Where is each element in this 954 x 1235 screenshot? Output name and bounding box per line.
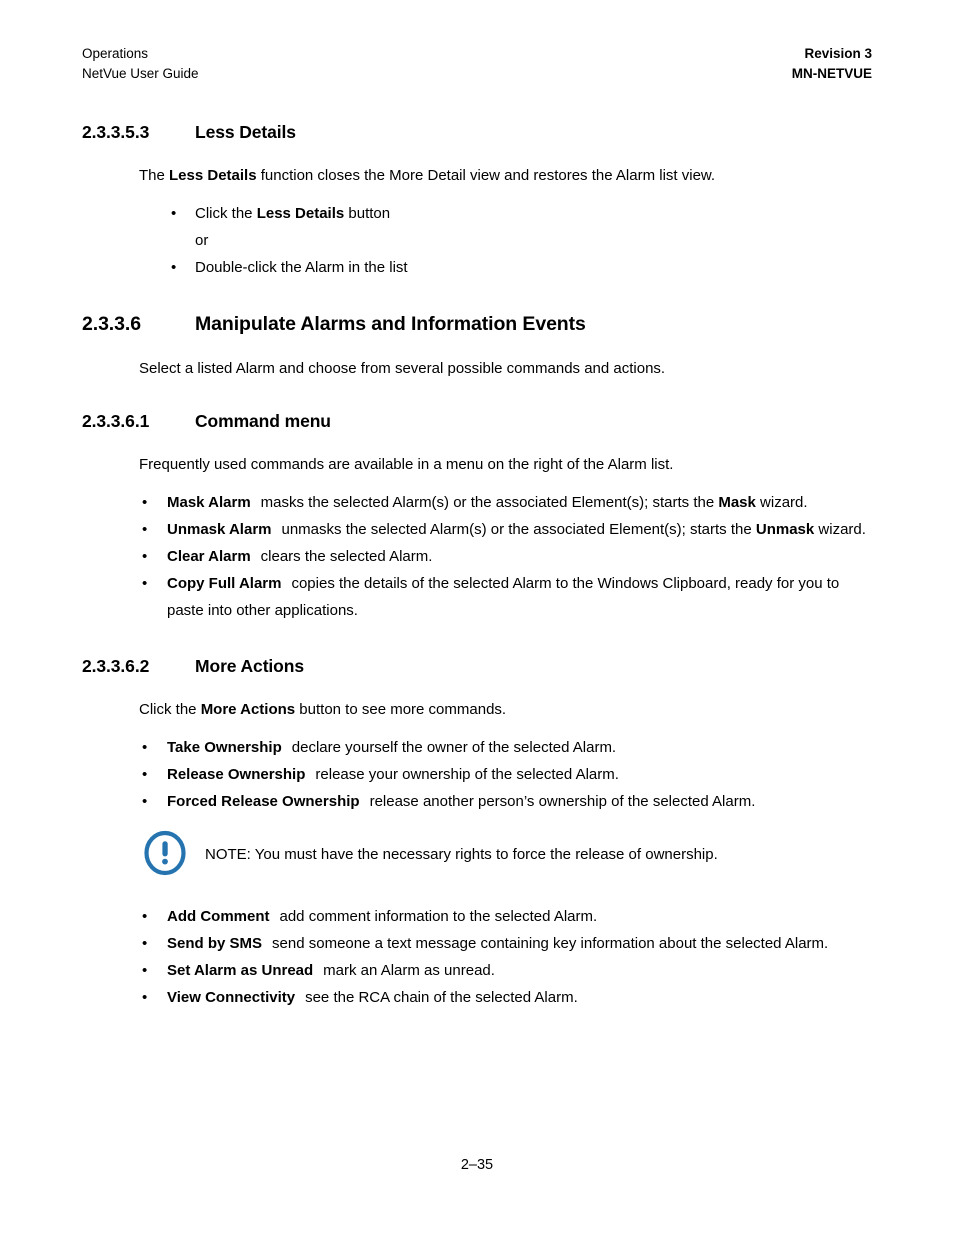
heading-number-less-details: 2.3.3.5.3 — [82, 122, 150, 142]
text-more-actions-bold: More Actions — [200, 701, 296, 718]
text-intro-post: function closes the More Detail view and… — [256, 167, 716, 184]
document-content: 2.3.3.5.3 Less Details The Less Details … — [0, 112, 954, 1011]
list-item: • Release Ownership release your ownership… — [0, 761, 954, 788]
list-item: • Clear Alarm clears the selected Alarm. — [0, 543, 954, 570]
heading-number-manipulate-alarms: 2.3.3.6 — [82, 313, 141, 335]
text-bullet1-pre: Click the — [195, 205, 257, 222]
command-label: Copy Full Alarm — [167, 575, 282, 592]
list-item: • View Connectivity see the RCA chain of t… — [0, 984, 954, 1011]
list-less-details-steps-alt: • Double-click the Alarm in the list — [0, 254, 954, 281]
command-description-bold: Mask — [718, 494, 756, 511]
text-more-actions-post: button to see more commands. — [295, 701, 507, 718]
text-or-separator: or — [195, 232, 209, 249]
header-row-1: Operations Revision 3 — [82, 44, 872, 64]
list-more-actions-extra: • Add Comment add comment information to t… — [0, 903, 954, 1011]
header-guide-title: NetVue User Guide — [82, 66, 199, 81]
list-item: • Double-click the Alarm in the list — [0, 254, 954, 281]
command-label: Send by SMS — [167, 935, 263, 952]
command-description-pre: masks the selected Alarm(s) or the assoc… — [260, 494, 719, 511]
note-callout: NOTE: You must have the necessary rights… — [0, 829, 954, 881]
heading-title-less-details: Less Details — [195, 122, 296, 142]
text-bullet1-bold: Less Details — [256, 205, 345, 222]
bullet-marker-icon: • — [142, 935, 148, 952]
heading-more-actions: 2.3.3.6.2 More Actions — [0, 646, 954, 677]
header-document-section: Operations — [82, 46, 149, 61]
command-label: Unmask Alarm — [167, 521, 272, 538]
command-label: Take Ownership — [167, 739, 282, 756]
command-description: see the RCA chain of the selected Alarm. — [305, 989, 578, 1006]
list-item: • Add Comment add comment information to t… — [0, 903, 954, 930]
paragraph-manipulate-intro: Select a listed Alarm and choose from se… — [139, 360, 666, 377]
command-description: mark an Alarm as unread. — [323, 962, 495, 979]
exclamation-circle-icon — [142, 830, 188, 876]
list-item: • Unmask Alarm unmasks the selected Alarm(… — [0, 516, 954, 543]
list-item: • Forced Release Ownership release another… — [0, 788, 954, 815]
text-bullet2: Double-click the Alarm in the list — [195, 259, 408, 276]
header-row-2: NetVue User Guide MN-NETVUE — [82, 64, 872, 84]
paragraph-command-menu-intro: Frequently used commands are available i… — [139, 456, 674, 473]
bullet-marker-icon: • — [171, 205, 177, 222]
list-item: • Mask Alarm masks the selected Alarm(s) o… — [0, 489, 954, 516]
bullet-marker-icon: • — [171, 259, 177, 276]
heading-number-more-actions: 2.3.3.6.2 — [82, 656, 150, 676]
text-intro-pre: The — [139, 167, 170, 184]
command-description-post: wizard. — [755, 494, 808, 511]
list-item: • Take Ownership declare yourself the owne… — [0, 734, 954, 761]
bullet-marker-icon: • — [142, 793, 148, 810]
command-label: Forced Release Ownership — [167, 793, 360, 810]
bullet-marker-icon: • — [142, 494, 148, 511]
list-command-menu-items: • Mask Alarm masks the selected Alarm(s) o… — [0, 489, 954, 624]
heading-less-details: 2.3.3.5.3 Less Details — [0, 112, 954, 143]
heading-title-more-actions: More Actions — [195, 656, 304, 676]
command-description-pre: clears the selected Alarm. — [260, 548, 433, 565]
command-description-pre: unmasks the selected Alarm(s) or the ass… — [281, 521, 756, 538]
command-label: View Connectivity — [167, 989, 296, 1006]
page-header: Operations Revision 3 NetVue User Guide … — [82, 44, 872, 84]
command-description: add comment information to the selected … — [279, 908, 598, 925]
command-description: release another person’s ownership of th… — [369, 793, 756, 810]
command-description: declare yourself the owner of the select… — [291, 739, 617, 756]
command-description-bold: Unmask — [755, 521, 815, 538]
page-number: 2–35 — [460, 1157, 494, 1173]
text-bullet1-post: button — [344, 205, 391, 222]
bullet-marker-icon: • — [142, 575, 148, 592]
note-text: NOTE: You must have the necessary rights… — [205, 846, 718, 863]
heading-title-command-menu: Command menu — [195, 411, 331, 431]
paragraph-less-details-intro: The Less Details function closes the Mor… — [0, 165, 954, 186]
bullet-marker-icon: • — [142, 962, 148, 979]
command-description: send someone a text message containing k… — [272, 935, 829, 952]
header-revision: Revision 3 — [804, 46, 872, 61]
header-document-code: MN-NETVUE — [791, 66, 872, 81]
page-footer: 2–35 — [0, 1157, 954, 1173]
bullet-marker-icon: • — [142, 908, 148, 925]
heading-title-manipulate-alarms: Manipulate Alarms and Information Events — [195, 313, 586, 335]
command-label: Mask Alarm — [167, 494, 251, 511]
bullet-marker-icon: • — [142, 548, 148, 565]
list-item: • Copy Full Alarm copies the details of th… — [0, 570, 954, 624]
heading-manipulate-alarms: 2.3.3.6 Manipulate Alarms and Informatio… — [0, 303, 954, 336]
text-intro-bold: Less Details — [169, 167, 257, 184]
list-more-actions-ownership: • Take Ownership declare yourself the owne… — [0, 734, 954, 815]
paragraph-more-actions-intro: Click the More Actions button to see mor… — [0, 699, 954, 720]
command-label: Clear Alarm — [167, 548, 251, 565]
list-item: • Set Alarm as Unread mark an Alarm as unr… — [0, 957, 954, 984]
list-less-details-steps: • Click the Less Details button — [0, 200, 954, 227]
list-item: • Click the Less Details button — [0, 200, 954, 227]
bullet-marker-icon: • — [142, 766, 148, 783]
bullet-marker-icon: • — [142, 739, 148, 756]
heading-command-menu: 2.3.3.6.1 Command menu — [0, 401, 954, 432]
command-description-post: wizard. — [814, 521, 866, 538]
bullet-marker-icon: • — [142, 521, 148, 538]
command-label: Release Ownership — [167, 766, 306, 783]
command-label: Set Alarm as Unread — [167, 962, 314, 979]
bullet-marker-icon: • — [142, 989, 148, 1006]
list-item: • Send by SMS send someone a text message … — [0, 930, 954, 957]
text-more-actions-pre: Click the — [139, 701, 201, 718]
document-page: Operations Revision 3 NetVue User Guide … — [0, 0, 954, 1235]
command-description: release your ownership of the selected A… — [315, 766, 619, 783]
heading-number-command-menu: 2.3.3.6.1 — [82, 411, 150, 431]
command-label: Add Comment — [167, 908, 270, 925]
